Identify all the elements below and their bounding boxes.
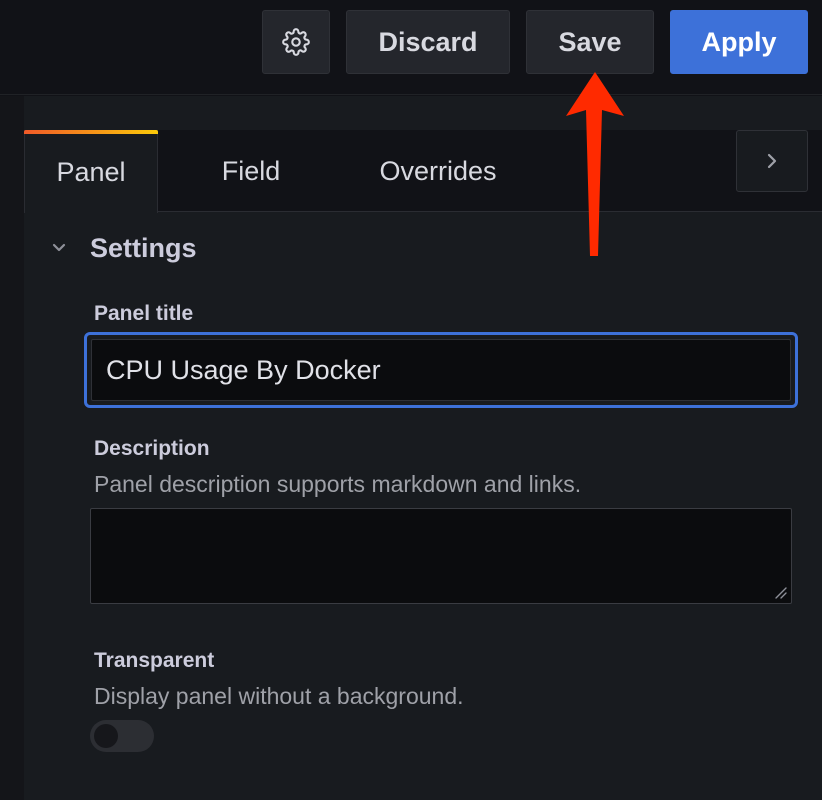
tab-field[interactable]: Field bbox=[198, 130, 304, 212]
apply-button[interactable]: Apply bbox=[670, 10, 808, 74]
panel-settings-button[interactable] bbox=[262, 10, 330, 74]
gear-icon bbox=[282, 28, 310, 56]
options-pane: Panel Field Overrides Settings Panel tit… bbox=[24, 96, 822, 800]
tab-overrides[interactable]: Overrides bbox=[358, 130, 518, 212]
settings-section-header[interactable]: Settings bbox=[48, 228, 197, 268]
description-textarea[interactable] bbox=[90, 508, 792, 604]
tabs-scroll-button[interactable] bbox=[736, 130, 808, 192]
transparent-help-text: Display panel without a background. bbox=[94, 683, 464, 709]
annotation-arrow-icon bbox=[566, 72, 624, 256]
transparent-toggle[interactable] bbox=[90, 720, 154, 752]
discard-button[interactable]: Discard bbox=[346, 10, 510, 74]
panel-title-field-focus-ring bbox=[84, 332, 798, 408]
section-title: Settings bbox=[90, 232, 197, 263]
save-button[interactable]: Save bbox=[526, 10, 654, 74]
transparent-label: Transparent bbox=[94, 649, 215, 672]
panel-editor-toolbar: Discard Save Apply bbox=[0, 0, 822, 95]
panel-preview-edge bbox=[0, 96, 24, 800]
description-help-text: Panel description supports markdown and … bbox=[94, 471, 582, 497]
toggle-knob bbox=[94, 724, 118, 748]
chevron-down-icon bbox=[48, 237, 70, 259]
chevron-right-icon bbox=[767, 153, 777, 169]
tab-panel[interactable]: Panel bbox=[24, 130, 158, 213]
resize-handle-icon[interactable] bbox=[772, 584, 788, 600]
options-tabs: Panel Field Overrides bbox=[24, 130, 822, 213]
panel-title-input[interactable] bbox=[91, 339, 791, 401]
panel-title-label: Panel title bbox=[94, 302, 194, 325]
description-label: Description bbox=[94, 437, 210, 460]
